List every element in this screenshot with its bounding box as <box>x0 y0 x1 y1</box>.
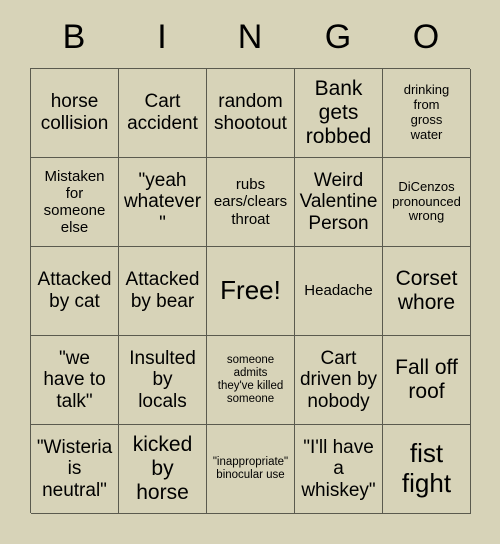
bingo-cell-r2-c4[interactable]: Weird Valentine Person <box>295 158 383 247</box>
bingo-cell-label: "I'll have a whiskey" <box>301 436 376 501</box>
bingo-cell-r2-c2[interactable]: "yeah whatever" <box>119 158 207 247</box>
bingo-cell-label: Weird Valentine Person <box>299 169 378 234</box>
bingo-cell-label: Corset whore <box>395 267 458 314</box>
bingo-cell-r3-c4[interactable]: Headache <box>295 247 383 336</box>
bingo-cell-label: Cart driven by nobody <box>299 347 378 412</box>
bingo-cell-r1-c3[interactable]: random shootout <box>207 69 295 158</box>
bingo-header-letter-g: G <box>324 18 352 56</box>
bingo-cell-label: Bank gets robbed <box>305 77 372 148</box>
bingo-header-letter-b: B <box>62 18 86 56</box>
bingo-cell-label: "inappropriate" binocular use <box>212 455 289 481</box>
bingo-grid: horse collision Cart accident random shoot… <box>30 68 471 514</box>
bingo-cell-label: "Wisteria is neutral" <box>36 436 113 501</box>
bingo-header-letter-i: I <box>157 18 167 56</box>
bingo-cell-label: DiCenzos pronounced wrong <box>392 178 461 224</box>
bingo-cell-label: horse collision <box>40 91 109 134</box>
bingo-cell-r2-c5[interactable]: DiCenzos pronounced wrong <box>383 158 471 247</box>
bingo-cell-r1-c4[interactable]: Bank gets robbed <box>295 69 383 158</box>
bingo-cell-r4-c5[interactable]: Fall off roof <box>383 336 471 425</box>
bingo-cell-r5-c1[interactable]: "Wisteria is neutral" <box>31 425 119 514</box>
bingo-cell-r4-c2[interactable]: Insulted by locals <box>119 336 207 425</box>
bingo-card: B I N G O horse collision Cart accident random… <box>0 0 500 544</box>
bingo-cell-r3-c3[interactable]: Free! <box>207 247 295 336</box>
bingo-header-letter-o: O <box>412 18 440 56</box>
bingo-cell-r1-c5[interactable]: drinking from gross water <box>383 69 471 158</box>
bingo-cell-label: drinking from gross water <box>403 82 450 142</box>
bingo-cell-label: fist fight <box>401 438 452 498</box>
bingo-cell-label: Free! <box>220 275 281 306</box>
bingo-cell-r2-c3[interactable]: rubs ears/clears throat <box>207 158 295 247</box>
bingo-cell-label: kicked by horse <box>132 433 193 504</box>
bingo-cell-label: Cart accident <box>127 91 198 134</box>
bingo-cell-label: Headache <box>304 282 373 300</box>
bingo-cell-label: "we have to talk" <box>43 347 106 412</box>
bingo-cell-r4-c3[interactable]: someone admits they've killed someone <box>207 336 295 425</box>
bingo-cell-r3-c5[interactable]: Corset whore <box>383 247 471 336</box>
bingo-cell-label: Insulted by locals <box>129 347 196 412</box>
bingo-cell-label: rubs ears/clears throat <box>213 176 288 228</box>
bingo-cell-label: Attacked by cat <box>37 269 112 312</box>
bingo-cell-r4-c1[interactable]: "we have to talk" <box>31 336 119 425</box>
bingo-cell-label: "yeah whatever" <box>123 169 202 234</box>
bingo-cell-label: Attacked by bear <box>125 269 200 312</box>
bingo-cell-r4-c4[interactable]: Cart driven by nobody <box>295 336 383 425</box>
bingo-cell-r1-c1[interactable]: horse collision <box>31 69 119 158</box>
bingo-cell-label: Fall off roof <box>395 356 458 403</box>
bingo-cell-r5-c5[interactable]: fist fight <box>383 425 471 514</box>
bingo-cell-r1-c2[interactable]: Cart accident <box>119 69 207 158</box>
bingo-cell-label: someone admits they've killed someone <box>217 353 284 406</box>
bingo-cell-r5-c3[interactable]: "inappropriate" binocular use <box>207 425 295 514</box>
bingo-cell-r3-c2[interactable]: Attacked by bear <box>119 247 207 336</box>
bingo-cell-label: Mistaken for someone else <box>43 167 106 237</box>
bingo-header-row: BINGO <box>30 0 470 68</box>
bingo-cell-r3-c1[interactable]: Attacked by cat <box>31 247 119 336</box>
bingo-cell-r5-c4[interactable]: "I'll have a whiskey" <box>295 425 383 514</box>
bingo-cell-r2-c1[interactable]: Mistaken for someone else <box>31 158 119 247</box>
bingo-cell-label: random shootout <box>214 91 287 134</box>
bingo-header-letter-n: N <box>237 18 263 56</box>
bingo-cell-r5-c2[interactable]: kicked by horse <box>119 425 207 514</box>
